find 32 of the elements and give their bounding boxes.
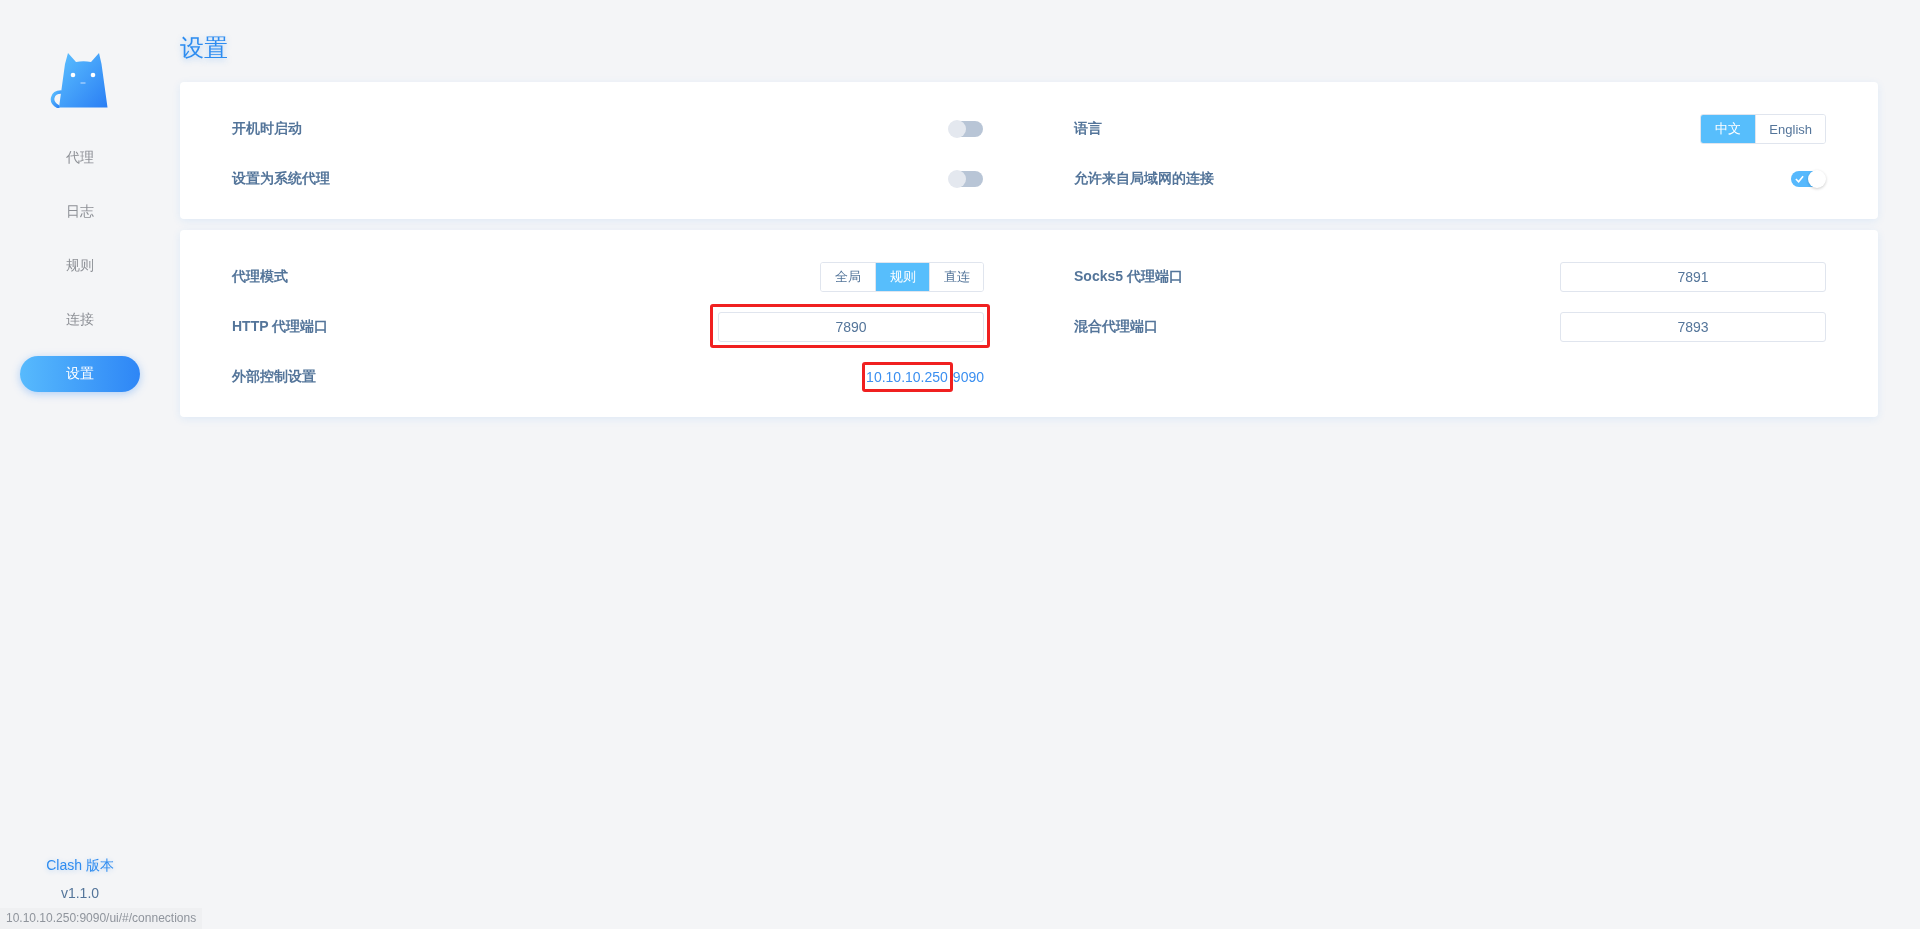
port-input[interactable]: 7893 [1560, 312, 1826, 342]
toggle-switch[interactable] [948, 119, 984, 139]
version-label: Clash 版本 [46, 856, 114, 875]
page-title: 设置 [180, 33, 228, 63]
nav-item[interactable]: 设置 [20, 356, 140, 392]
nav-item[interactable]: 连接 [20, 302, 140, 338]
port-input[interactable]: 7890 [718, 312, 984, 342]
port-input[interactable]: 7891 [1560, 262, 1826, 292]
segment-option[interactable]: 直连 [929, 263, 983, 291]
segment-option[interactable]: English [1755, 115, 1825, 143]
setting-label: 混合代理端口 [1074, 318, 1158, 336]
setting-label: 允许来自局域网的连接 [1074, 170, 1214, 188]
toggle-switch[interactable] [948, 169, 984, 189]
controller-link[interactable]: 10.10.10.250 [866, 368, 948, 386]
segment-option[interactable]: 中文 [1701, 115, 1756, 143]
setting-label: 外部控制设置 [232, 368, 316, 386]
segment-option[interactable]: 规则 [875, 263, 929, 291]
toggle-switch[interactable] [1790, 169, 1826, 189]
setting-label: HTTP 代理端口 [232, 318, 329, 336]
cat-logo-icon [49, 52, 108, 108]
status-url-text: 10.10.10.250:9090/ui/#/connections [0, 908, 203, 929]
setting-label: 语言 [1074, 120, 1102, 138]
setting-label: 设置为系统代理 [232, 170, 330, 188]
nav-item[interactable]: 日志 [20, 194, 140, 230]
check-icon [1795, 175, 1804, 183]
nav-item[interactable]: 代理 [20, 140, 140, 176]
version-number: v1.1.0 [60, 884, 100, 903]
nav-item[interactable]: 规则 [20, 248, 140, 284]
setting-label: Socks5 代理端口 [1074, 268, 1183, 286]
setting-label: 开机时启动 [232, 120, 302, 138]
controller-link[interactable]: 9090 [952, 368, 984, 386]
setting-label: 代理模式 [232, 268, 288, 286]
